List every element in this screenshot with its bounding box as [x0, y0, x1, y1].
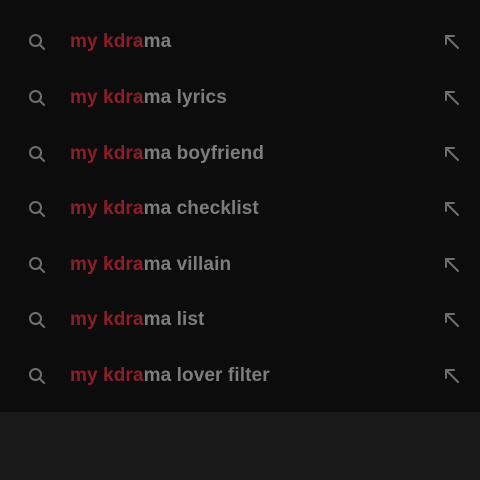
arrow-up-left-icon[interactable] — [442, 144, 462, 164]
suggestion-rest-text: ma — [143, 31, 172, 52]
suggestion-label: my kdrama villain — [70, 254, 231, 276]
bottom-bar — [0, 412, 480, 480]
suggestion-rest-text: ma boyfriend — [143, 143, 265, 164]
suggestion-match-text: my kdra — [70, 365, 144, 386]
suggestion-item[interactable]: my kdrama villain — [0, 237, 480, 293]
search-icon — [29, 257, 45, 273]
search-icon — [29, 201, 45, 217]
suggestion-match-text: my kdra — [70, 31, 144, 52]
arrow-up-left-icon[interactable] — [442, 32, 462, 52]
suggestion-label: my kdrama lover filter — [70, 365, 270, 387]
suggestion-match-text: my kdra — [70, 143, 144, 164]
suggestion-item[interactable]: my kdrama lover filter — [0, 348, 480, 404]
arrow-up-left-icon[interactable] — [442, 255, 462, 275]
suggestion-rest-text: ma villain — [143, 254, 232, 275]
suggestion-match-text: my kdra — [70, 87, 144, 108]
suggestion-item[interactable]: my kdrama checklist — [0, 181, 480, 237]
suggestion-rest-text: ma checklist — [143, 198, 259, 219]
arrow-up-left-icon[interactable] — [442, 310, 462, 330]
arrow-up-left-icon[interactable] — [442, 199, 462, 219]
arrow-up-left-icon[interactable] — [442, 366, 462, 386]
search-icon — [29, 312, 45, 328]
suggestion-label: my kdrama list — [70, 309, 204, 331]
search-icon — [29, 368, 45, 384]
search-suggestions-screen: my kdrama my kdrama lyrics my kdrama boy… — [0, 0, 480, 480]
search-icon — [29, 146, 45, 162]
search-icon — [29, 90, 45, 106]
suggestion-match-text: my kdra — [70, 254, 144, 275]
suggestion-label: my kdrama checklist — [70, 198, 259, 220]
suggestion-rest-text: ma list — [143, 309, 205, 330]
suggestion-list: my kdrama my kdrama lyrics my kdrama boy… — [0, 0, 480, 412]
suggestion-label: my kdrama — [70, 31, 171, 53]
suggestion-label: my kdrama lyrics — [70, 87, 227, 109]
suggestion-match-text: my kdra — [70, 198, 144, 219]
suggestion-rest-text: ma lover filter — [143, 365, 270, 386]
arrow-up-left-icon[interactable] — [442, 88, 462, 108]
search-icon — [29, 34, 45, 50]
suggestion-rest-text: ma lyrics — [143, 87, 227, 108]
suggestion-item[interactable]: my kdrama list — [0, 292, 480, 348]
suggestion-match-text: my kdra — [70, 309, 144, 330]
suggestion-label: my kdrama boyfriend — [70, 143, 264, 165]
suggestion-item[interactable]: my kdrama — [0, 14, 480, 70]
suggestion-item[interactable]: my kdrama lyrics — [0, 70, 480, 126]
suggestion-item[interactable]: my kdrama boyfriend — [0, 126, 480, 182]
